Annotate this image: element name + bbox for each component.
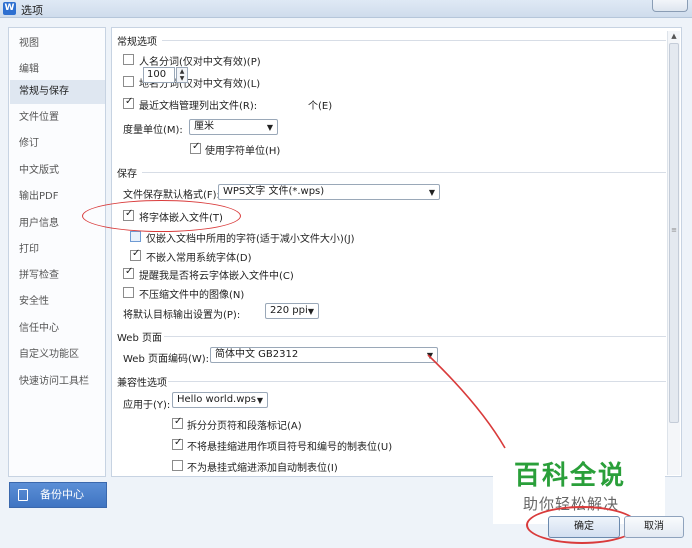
remind-cloud-fonts-checkbox[interactable] [123, 266, 134, 279]
recent-unit-label: 个(E) [308, 101, 333, 112]
default-ppi-select[interactable]: 220 ppi ▼ [265, 303, 319, 319]
sidebar-item-security[interactable]: 安全性 [10, 290, 105, 314]
save-format-select[interactable]: WPS文字 文件(*.wps) ▼ [218, 184, 440, 200]
sidebar-item-file-location[interactable]: 文件位置 [10, 106, 105, 130]
section-divider [142, 172, 666, 173]
no-hanging-indent-label: 不将悬挂缩进用作项目符号和编号的制表位(U) [187, 442, 393, 453]
save-format-value: WPS文字 文件(*.wps) [223, 186, 325, 197]
no-system-fonts-label: 不嵌入常用系统字体(D) [146, 253, 252, 264]
embed-used-only-checkbox[interactable] [130, 231, 141, 242]
sidebar-item-view[interactable]: 视图 [10, 32, 105, 56]
options-panel: 常规选项 人名分词(仅对中文有效)(P) 地名分词(仅对中文有效)(L) 最近文… [111, 27, 682, 477]
section-divider [168, 381, 666, 382]
title-bar [0, 0, 692, 18]
apply-to-label: 应用于(Y): [123, 400, 171, 411]
wps-app-icon: W [3, 2, 16, 15]
sidebar-item-trust-center[interactable]: 信任中心 [10, 317, 105, 341]
save-format-label: 文件保存默认格式(F): [123, 190, 220, 201]
watermark-logo: 百科全说 [514, 461, 627, 491]
remind-cloud-fonts-label: 提醒我是否将云字体嵌入文件中(C) [139, 271, 294, 282]
default-ppi-label: 将默认目标输出设置为(P): [123, 310, 241, 321]
place-seg-checkbox[interactable] [123, 76, 134, 87]
backup-icon [18, 489, 28, 501]
spin-down-icon[interactable]: ▼ [177, 75, 187, 82]
sidebar: 视图 编辑 常规与保存 文件位置 修订 中文版式 输出PDF 用户信息 打印 拼… [8, 27, 106, 477]
backup-center-label: 备份中心 [40, 488, 84, 501]
sidebar-item-quick-access-toolbar[interactable]: 快速访问工具栏 [10, 370, 105, 394]
sidebar-item-general-save[interactable]: 常规与保存 [10, 80, 105, 104]
split-page-label: 拆分分页符和段落标记(A) [187, 421, 302, 432]
close-button[interactable] [652, 0, 688, 12]
no-system-fonts-checkbox[interactable] [130, 248, 141, 261]
no-hanging-indent-checkbox[interactable] [172, 437, 183, 450]
scroll-grip-icon: ≡ [671, 226, 677, 234]
spin-up-icon[interactable]: ▲ [177, 68, 187, 75]
section-web-heading: Web 页面 [117, 333, 162, 344]
measure-unit-label: 度量单位(M): [123, 125, 183, 136]
sidebar-item-customize-ribbon[interactable]: 自定义功能区 [10, 343, 105, 367]
sidebar-item-output-pdf[interactable]: 输出PDF [10, 185, 105, 209]
recent-files-checkbox[interactable] [123, 96, 134, 109]
section-general-heading: 常规选项 [117, 37, 157, 48]
recent-files-label: 最近文档管理列出文件(R): [139, 101, 258, 112]
measure-unit-select[interactable]: 厘米 ▼ [189, 119, 278, 135]
chevron-down-icon: ▼ [307, 307, 314, 316]
web-encoding-value: 简体中文 GB2312 [215, 349, 299, 360]
highlight-ellipse [526, 506, 638, 544]
chevron-down-icon: ▼ [428, 188, 435, 197]
name-seg-label: 人名分词(仅对中文有效)(P) [139, 57, 261, 68]
chevron-down-icon: ▼ [426, 351, 433, 360]
chevron-down-icon: ▼ [256, 396, 263, 405]
no-compress-images-label: 不压缩文件中的图像(N) [139, 290, 245, 301]
scroll-up-icon[interactable]: ▲ [669, 32, 679, 40]
web-encoding-select[interactable]: 简体中文 GB2312 ▼ [210, 347, 438, 363]
sidebar-item-edit[interactable]: 编辑 [10, 58, 105, 82]
window-title: 选项 [21, 4, 43, 17]
embed-used-only-label: 仅嵌入文档中所用的字符(适于减小文件大小)(J) [146, 234, 355, 245]
recent-files-spinner[interactable]: ▲ ▼ [176, 67, 188, 83]
recent-files-count-input[interactable]: 100 [143, 67, 175, 83]
use-char-unit-label: 使用字符单位(H) [205, 146, 281, 157]
apply-to-select[interactable]: Hello world.wps ▼ [172, 392, 268, 408]
highlight-ellipse [82, 200, 241, 232]
chevron-down-icon: ▼ [266, 123, 273, 132]
measure-unit-value: 厘米 [194, 121, 214, 132]
section-save-heading: 保存 [117, 169, 137, 180]
section-divider [164, 336, 666, 337]
name-seg-checkbox[interactable] [123, 54, 134, 65]
split-page-checkbox[interactable] [172, 416, 183, 429]
web-encoding-label: Web 页面编码(W): [123, 354, 210, 365]
use-char-unit-checkbox[interactable] [190, 141, 201, 154]
default-ppi-value: 220 ppi [270, 305, 308, 316]
no-compress-images-checkbox[interactable] [123, 287, 134, 298]
sidebar-item-spell-check[interactable]: 拼写检查 [10, 264, 105, 288]
sidebar-item-chinese-layout[interactable]: 中文版式 [10, 159, 105, 183]
sidebar-item-revision[interactable]: 修订 [10, 132, 105, 156]
section-compat-heading: 兼容性选项 [117, 378, 167, 389]
section-divider [162, 40, 666, 41]
no-auto-tab-checkbox[interactable] [172, 460, 183, 471]
cancel-button[interactable]: 取消 [624, 516, 684, 538]
apply-to-value: Hello world.wps [177, 394, 256, 405]
sidebar-item-print[interactable]: 打印 [10, 238, 105, 262]
no-auto-tab-label: 不为悬挂式缩进添加自动制表位(I) [187, 463, 338, 474]
